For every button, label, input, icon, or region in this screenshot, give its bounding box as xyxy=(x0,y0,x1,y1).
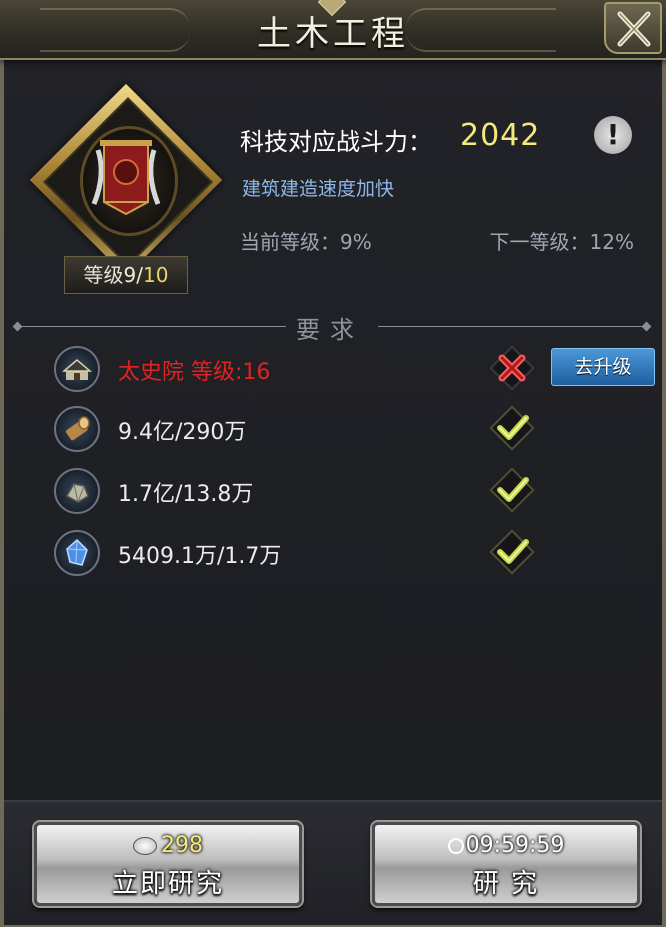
check-icon xyxy=(489,529,535,575)
dialog-title: 土木工程 xyxy=(257,14,409,54)
divider-left xyxy=(16,326,286,327)
info-icon[interactable]: ! xyxy=(594,116,632,154)
iron-ore-icon xyxy=(54,468,100,514)
requirement-text: 9.4亿/290万 xyxy=(118,420,247,445)
next-level-value: 下一等级：12% xyxy=(489,230,634,254)
cross-icon xyxy=(489,345,535,391)
time-value: 09:59:59 xyxy=(465,833,565,858)
close-button[interactable] xyxy=(604,2,662,54)
research-label: 研 究 xyxy=(472,869,540,899)
academy-building-icon xyxy=(54,346,100,392)
close-icon xyxy=(617,11,651,47)
current-level-value: 当前等级：9% xyxy=(240,230,372,254)
level-max: 10 xyxy=(143,263,169,287)
requirement-row: 1.7亿/13.8万 xyxy=(0,466,666,522)
check-icon xyxy=(489,467,535,513)
requirement-row: 5409.1万/1.7万 xyxy=(0,528,666,584)
requirement-row: 太史院 等级:16 去升级 xyxy=(0,344,666,400)
check-icon xyxy=(489,405,535,451)
power-label: 科技对应战斗力： xyxy=(240,128,432,156)
tech-badge xyxy=(28,82,224,278)
requirement-text: 5409.1万/1.7万 xyxy=(118,544,282,569)
research-duration: 09:59:59 xyxy=(375,833,637,858)
tech-effect: 建筑建造速度加快 xyxy=(242,178,395,200)
instant-research-button[interactable]: 298 立即研究 xyxy=(34,822,302,906)
research-button[interactable]: 09:59:59 研 究 xyxy=(372,822,640,906)
wood-log-icon xyxy=(54,406,100,452)
power-value: 2042 xyxy=(460,118,541,153)
cost-value: 298 xyxy=(161,833,203,858)
level-separator: / xyxy=(136,263,144,287)
crystal-icon xyxy=(54,530,100,576)
requirement-row: 9.4亿/290万 xyxy=(0,404,666,460)
requirement-text: 太史院 等级:16 xyxy=(118,360,271,385)
divider-right xyxy=(378,326,648,327)
requirement-text: 1.7亿/13.8万 xyxy=(118,482,254,507)
instant-cost: 298 xyxy=(37,833,299,858)
instant-research-label: 立即研究 xyxy=(111,869,224,899)
title-bar: 土木工程 xyxy=(0,0,666,60)
banner-swords-icon xyxy=(91,140,161,216)
level-prefix: 等级 xyxy=(83,263,124,287)
clock-icon xyxy=(447,838,464,854)
coin-icon xyxy=(133,837,157,855)
level-indicator: 等级9/10 xyxy=(64,256,188,294)
requirements-header: 要求 xyxy=(296,316,364,344)
level-current: 9 xyxy=(123,263,137,287)
upgrade-button[interactable]: 去升级 xyxy=(551,348,655,386)
